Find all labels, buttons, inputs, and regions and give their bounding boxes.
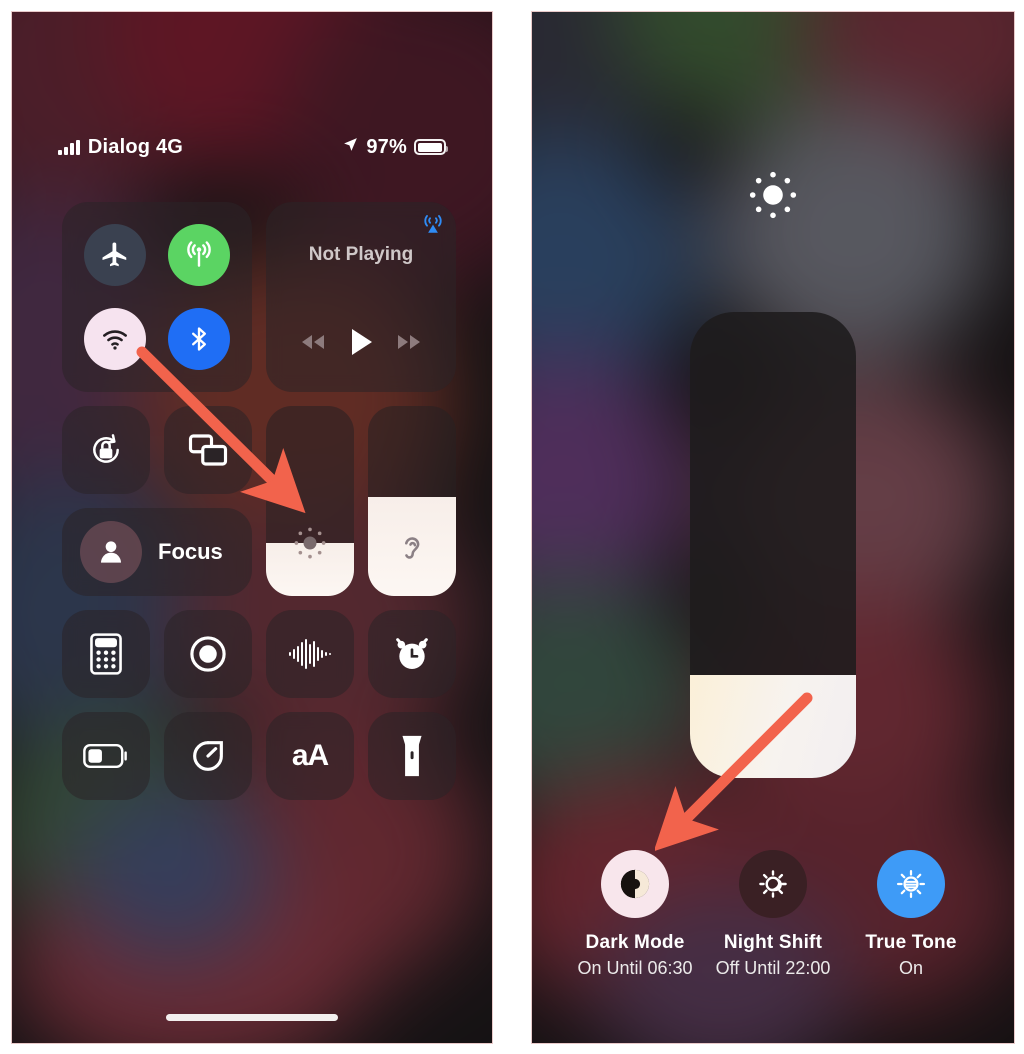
expanded-brightness-screen: Dark Mode On Until 06:30 Night Shift Off… [531, 11, 1015, 1044]
hearing-ear-icon [368, 529, 456, 565]
brightness-sun-icon [266, 524, 354, 562]
rewind-icon[interactable] [298, 332, 328, 357]
shortcuts-row-1 [62, 610, 466, 698]
carrier-label: Dialog 4G [87, 135, 184, 158]
rotation-lock-tile[interactable] [62, 406, 150, 494]
location-arrow-icon [342, 136, 359, 159]
expanded-brightness-slider[interactable] [690, 312, 856, 778]
screen-mirroring-tile[interactable] [164, 406, 252, 494]
bluetooth-toggle[interactable] [168, 308, 230, 370]
airplay-audio-icon[interactable] [420, 210, 446, 236]
media-title: Not Playing [308, 244, 414, 265]
low-power-mode-tile[interactable] [62, 712, 150, 800]
home-indicator[interactable] [166, 1014, 338, 1021]
media-playback-module: Not Playing [266, 202, 456, 392]
night-shift-option[interactable]: Night Shift Off Until 22:00 [704, 850, 842, 979]
focus-tile[interactable]: Focus [62, 508, 252, 596]
true-tone-icon[interactable] [877, 850, 945, 918]
true-tone-option[interactable]: True Tone On [842, 850, 980, 979]
airplane-mode-toggle[interactable] [84, 224, 146, 286]
volume-slider[interactable] [368, 406, 456, 596]
night-shift-icon[interactable] [739, 850, 807, 918]
dark-mode-label: Dark Mode [585, 932, 685, 953]
shortcuts-row-2: aA [62, 712, 466, 800]
voice-memos-tile[interactable] [266, 610, 354, 698]
true-tone-state: On [898, 958, 923, 978]
night-shift-state: Off Until 22:00 [715, 958, 831, 978]
connectivity-module [62, 202, 252, 392]
wifi-toggle[interactable] [84, 308, 146, 370]
flashlight-tile[interactable] [368, 712, 456, 800]
cellular-bars-icon [58, 139, 80, 155]
control-center-grid: Not Playing Focus aA [62, 202, 466, 800]
true-tone-label: True Tone [865, 932, 957, 953]
dark-mode-option[interactable]: Dark Mode On Until 06:30 [566, 850, 704, 979]
calculator-tile[interactable] [62, 610, 150, 698]
battery-percent-label: 97% [366, 135, 407, 158]
person-icon [80, 521, 142, 583]
brightness-sun-icon [745, 167, 801, 228]
status-bar: Dialog 4G 97% [12, 130, 492, 164]
brightness-slider[interactable] [266, 406, 354, 596]
dark-mode-state: On Until 06:30 [577, 958, 693, 978]
text-size-glyph: aA [291, 739, 329, 772]
text-size-tile[interactable]: aA [266, 712, 354, 800]
control-center-screen: Dialog 4G 97% Not Playing Focus aA [11, 11, 493, 1044]
battery-icon [414, 139, 448, 155]
focus-label: Focus [158, 539, 223, 564]
play-icon[interactable] [348, 327, 374, 362]
timer-tile[interactable] [164, 712, 252, 800]
alarm-tile[interactable] [368, 610, 456, 698]
fast-forward-icon[interactable] [394, 332, 424, 357]
screenshot-stage: Dialog 4G 97% Not Playing Focus aA Dark … [0, 0, 1024, 1054]
screen-recording-tile[interactable] [164, 610, 252, 698]
night-shift-label: Night Shift [723, 932, 823, 953]
cellular-data-toggle[interactable] [168, 224, 230, 286]
display-options-row: Dark Mode On Until 06:30 Night Shift Off… [532, 850, 1014, 979]
dark-mode-circle-icon[interactable] [601, 850, 669, 918]
